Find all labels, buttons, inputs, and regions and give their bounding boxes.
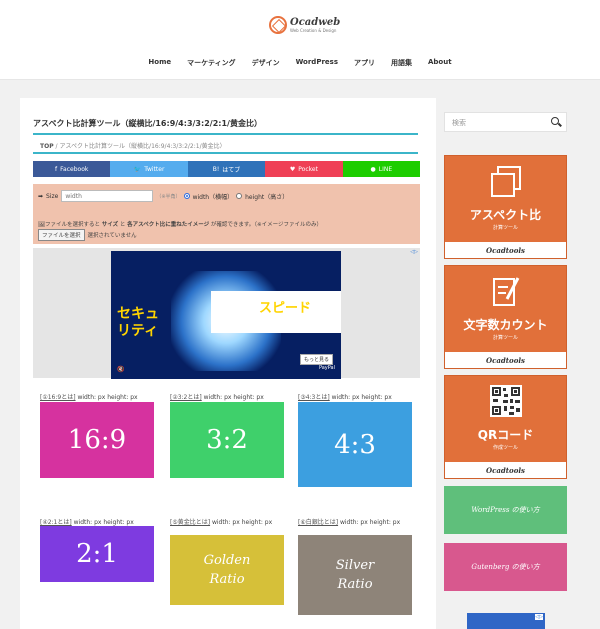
ratio-link[interactable]: [④2:1とは] [40, 519, 72, 526]
logo-mark-icon [269, 16, 287, 34]
file-status: 選択されていません [87, 233, 137, 239]
adchoices-icon[interactable]: ◁▷ [535, 614, 543, 620]
char-count-tool-banner[interactable]: 文字数カウント 計算ツール Ocadtools [444, 265, 567, 369]
share-twitter-button[interactable]: 🐦 Twitter [110, 161, 188, 177]
tool-brand: Ocadtools [445, 242, 566, 258]
site-logo[interactable]: Ocadweb Web Creation & Design [269, 16, 340, 34]
ratio-card-golden: Golden Ratio [170, 535, 284, 605]
nav-glossary[interactable]: 用語集 [383, 58, 420, 68]
tool-title: アスペクト比 [469, 208, 542, 222]
card-label-golden: [⑤黄金比とは] width: px height: px [170, 519, 273, 526]
size-label: Size [46, 192, 59, 200]
gutenberg-guide-banner[interactable]: Gutenberg の使い方 [444, 543, 567, 591]
line-icon: ● [370, 165, 376, 173]
twitter-icon: 🐦 [133, 165, 142, 173]
ratio-link[interactable]: [①16:9とは] [40, 394, 76, 401]
share-pocket-button[interactable]: ♥ Pocket [265, 161, 343, 177]
breadcrumb-separator: / [55, 143, 58, 150]
logo-name: Ocadweb [290, 17, 341, 28]
width-option-label: width（横幅） [192, 193, 234, 201]
ratio-card-silver: Silver Ratio [298, 535, 412, 615]
arrow-right-icon: ➡ [38, 192, 44, 200]
pencil-paper-icon [493, 277, 520, 306]
share-facebook-button[interactable]: f Facebook [33, 161, 111, 177]
ratio-card-2-1: 2:1 [40, 526, 154, 582]
ratio-card-3-2: 3:2 [170, 402, 284, 478]
ratio-link[interactable]: [⑥白銀比とは] [298, 519, 338, 526]
ratio-link[interactable]: [③4:3とは] [298, 394, 330, 401]
file-note: 🖼ファイルを選択すると サイズ と 各アスペクト比に重ねたイメージ が確認できま… [38, 222, 323, 228]
nav-marketing[interactable]: マーケティング [179, 58, 243, 68]
tool-subtitle: 計算ツール [492, 225, 518, 231]
card-label-4-3: [③4:3とは] width: px height: px [298, 394, 392, 401]
share-hatebu-button[interactable]: B! はてブ [187, 161, 266, 177]
size-input[interactable] [61, 190, 154, 202]
tool-title: 文字数カウント [463, 318, 548, 332]
breadcrumb: TOP / アスペクト比計算ツール（縦横比/16:9/4:3/3:2/2:1/黄… [40, 141, 226, 150]
ad-headline: スピード [259, 301, 312, 316]
aspect-tool-panel: ➡ Size （※半角） width（横幅） height（高さ） 🖼ファイルを… [33, 184, 420, 244]
ratio-card-16-9: 16:9 [40, 402, 154, 478]
size-note: （※半角） [156, 193, 181, 200]
width-radio[interactable] [183, 193, 190, 199]
ad-copy: セキュ リティ [117, 306, 159, 339]
guide-label: WordPress の使い方 [471, 506, 540, 514]
adchoices-icon[interactable]: ◁▷ [410, 249, 418, 255]
nav-apps[interactable]: アプリ [346, 58, 383, 68]
pocket-icon: ♥ [289, 165, 296, 173]
page-title: アスペクト比計算ツール（縦横比/16:9/4:3/3:2/2:1/黄金比） [33, 119, 262, 128]
height-option-label: height（高さ） [245, 193, 289, 201]
nav-wordpress[interactable]: WordPress [288, 58, 346, 68]
aspect-tool-banner[interactable]: アスペクト比 計算ツール Ocadtools [444, 155, 567, 259]
qr-icon [490, 385, 522, 417]
tool-brand: Ocadtools [445, 352, 566, 368]
breadcrumb-current: アスペクト比計算ツール（縦横比/16:9/4:3/3:2/2:1/黄金比） [59, 143, 226, 150]
nav-design[interactable]: デザイン [244, 58, 288, 68]
search-icon[interactable] [551, 117, 559, 125]
wordpress-guide-banner[interactable]: WordPress の使い方 [444, 486, 567, 534]
qr-tool-banner[interactable]: QRコード 作成ツール Ocadtools [444, 375, 567, 479]
hatebu-icon: B! [212, 165, 220, 173]
ad-banner[interactable]: スピード セキュ リティ もっと見る PayPal 🔇 [111, 251, 341, 379]
sidebar-ad[interactable]: ◁▷ [467, 613, 545, 629]
card-label-2-1: [④2:1とは] width: px height: px [40, 519, 134, 526]
card-label-silver: [⑥白銀比とは] width: px height: px [298, 519, 401, 526]
site-header: Ocadweb Web Creation & Design Home マーケティ… [0, 0, 600, 80]
height-radio[interactable] [236, 193, 243, 199]
main-nav: Home マーケティング デザイン WordPress アプリ 用語集 Abou… [0, 58, 600, 68]
mute-icon[interactable]: 🔇 [117, 366, 124, 373]
image-icon: 🖼 [38, 222, 45, 228]
ad-container: ◁▷ スピード セキュ リティ もっと見る PayPal 🔇 [33, 248, 420, 379]
logo-tagline: Web Creation & Design [290, 28, 337, 33]
ad-brand: PayPal [318, 365, 335, 371]
ratio-link[interactable]: [②3:2とは] [170, 394, 202, 401]
title-rule [33, 133, 418, 135]
search-input[interactable]: 検索 [444, 112, 567, 132]
main-content: アスペクト比計算ツール（縦横比/16:9/4:3/3:2/2:1/黄金比） TO… [20, 98, 436, 629]
facebook-icon: f [55, 165, 58, 173]
tool-subtitle: 作成ツール [492, 445, 518, 451]
card-label-3-2: [②3:2とは] width: px height: px [170, 394, 264, 401]
guide-label: Gutenberg の使い方 [471, 563, 540, 571]
breadcrumb-rule [33, 152, 418, 154]
tool-brand: Ocadtools [445, 462, 566, 478]
ratio-link[interactable]: [⑤黄金比とは] [170, 519, 210, 526]
ad-more-button[interactable]: もっと見る [299, 354, 333, 365]
stacked-rect-icon [491, 166, 521, 197]
ratio-card-4-3: 4:3 [298, 402, 412, 487]
tool-subtitle: 計算ツール [492, 335, 518, 341]
card-label-16-9: [①16:9とは] width: px height: px [40, 394, 138, 401]
nav-about[interactable]: About [420, 58, 460, 68]
share-bar: f Facebook 🐦 Twitter B! はてブ ♥ Pocket ● LINE [33, 161, 421, 177]
share-line-button[interactable]: ● LINE [342, 161, 421, 177]
tool-title: QRコード [477, 428, 534, 442]
nav-home[interactable]: Home [140, 58, 179, 68]
choose-file-button[interactable]: ファイルを選択 [38, 229, 85, 241]
breadcrumb-home[interactable]: TOP [40, 143, 54, 150]
